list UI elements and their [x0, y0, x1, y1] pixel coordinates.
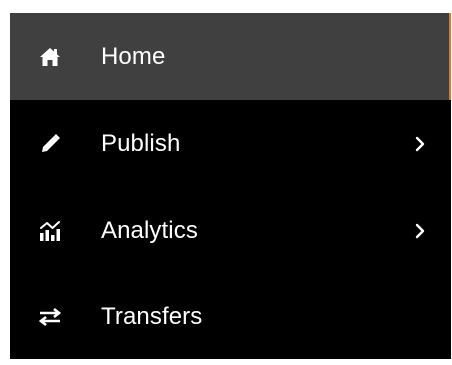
sidebar-item-publish[interactable]: Publish — [10, 100, 451, 187]
sidebar-item-label: Analytics — [101, 216, 198, 244]
home-icon — [39, 46, 61, 68]
chevron-right-icon — [413, 135, 427, 153]
analytics-icon — [39, 220, 61, 242]
chevron-right-icon — [413, 222, 427, 240]
sidebar-item-analytics[interactable]: Analytics — [10, 187, 451, 274]
sidebar-item-label: Publish — [101, 129, 181, 157]
sidebar-item-label: Transfers — [101, 302, 203, 330]
sidebar-item-label: Home — [101, 42, 166, 70]
pencil-icon — [39, 133, 61, 155]
sidebar-item-transfers[interactable]: Transfers — [10, 273, 451, 360]
sidebar-item-home[interactable]: Home — [10, 13, 451, 100]
transfer-arrows-icon — [39, 306, 61, 328]
sidebar-nav: Home Publish Analytics Transfers — [10, 13, 451, 359]
